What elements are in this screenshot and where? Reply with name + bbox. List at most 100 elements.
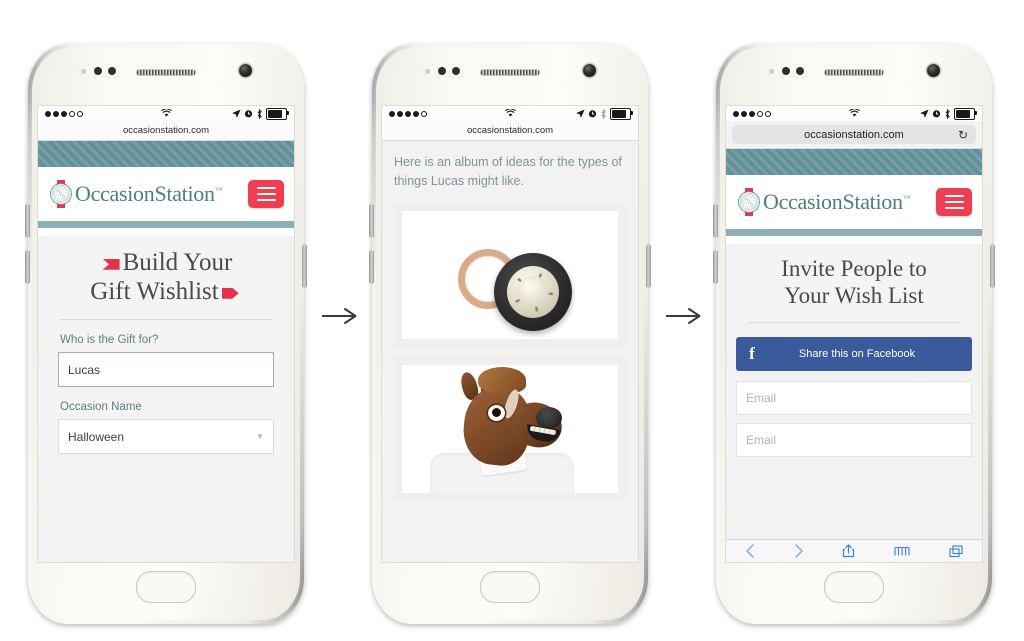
bluetooth-icon (601, 108, 606, 119)
status-bar (38, 106, 294, 121)
divider (60, 319, 272, 320)
sensor-dot-icon (108, 67, 116, 75)
page-body: Build Your Gift Wishlist Who is the Gift… (38, 236, 294, 562)
invite-card: Invite People to Your Wish List (734, 244, 974, 324)
browser-url-bar[interactable]: occasionstation.com ↻ (726, 121, 982, 149)
phone-3-screen: occasionstation.com ↻ OccasionStation™ I… (726, 106, 982, 562)
home-button[interactable] (824, 571, 884, 603)
occasion-name-select[interactable]: Halloween ▼ (58, 419, 274, 454)
share-facebook-button[interactable]: f Share this on Facebook (736, 337, 972, 372)
chevron-down-icon: ▼ (256, 432, 264, 441)
page-title: Invite People to Your Wish List (781, 256, 927, 308)
battery-icon (954, 107, 977, 120)
share-facebook-label: Share this on Facebook (798, 348, 916, 361)
tabs-icon[interactable] (949, 544, 963, 558)
earpiece-speaker (824, 69, 884, 76)
gift-recipient-label: Who is the Gift for? (60, 334, 159, 346)
volume-up-button[interactable] (25, 204, 30, 238)
volume-down-button[interactable] (369, 250, 374, 284)
hamburger-menu-icon[interactable] (248, 180, 284, 208)
flow-arrow-2 (664, 305, 708, 327)
alarm-clock-icon (588, 110, 597, 118)
horse-eye-icon (488, 404, 505, 421)
front-camera-icon (583, 64, 596, 77)
front-camera-icon (239, 64, 252, 77)
page-body: Here is an album of ideas for the types … (382, 141, 638, 562)
horse-head-mask-image (402, 364, 618, 493)
gift-idea-card[interactable] (394, 202, 626, 347)
occasion-name-value: Halloween (68, 429, 125, 444)
site-top-band (726, 149, 982, 175)
screenshot-canvas: occasionstation.com OccasionStation™ Bui… (0, 0, 1024, 641)
tire-icon (494, 252, 572, 331)
browser-url-bar[interactable]: occasionstation.com (382, 121, 638, 141)
book-icon[interactable] (894, 545, 910, 557)
invite-email-input-1[interactable]: Email (736, 381, 972, 416)
bluetooth-icon (257, 108, 262, 119)
hamburger-menu-icon[interactable] (936, 188, 972, 216)
signal-strength-icon (45, 110, 83, 117)
chevron-right-icon[interactable] (794, 544, 804, 558)
location-arrow-icon (920, 109, 929, 118)
power-button[interactable] (302, 244, 307, 288)
sensor-dot-icon (94, 67, 102, 75)
proximity-sensor-icon (425, 69, 430, 74)
proximity-sensor-icon (81, 69, 86, 74)
earpiece-speaker (480, 69, 540, 76)
phone-2-screen: occasionstation.com Here is an album of … (382, 106, 638, 562)
flow-arrow-1 (320, 305, 364, 327)
invite-email-placeholder-1: Email (746, 391, 777, 406)
site-header: OccasionStation™ (726, 175, 982, 229)
site-header: OccasionStation™ (38, 167, 294, 221)
horse-nose-icon (536, 406, 562, 429)
site-divider-band (726, 229, 982, 236)
facebook-f-icon: f (749, 344, 755, 364)
signal-strength-icon (733, 110, 771, 117)
horse-mane-shape (478, 366, 526, 393)
chevron-left-icon[interactable] (745, 544, 755, 558)
occasion-name-label: Occasion Name (60, 401, 142, 413)
phone-mockup-3: occasionstation.com ↻ OccasionStation™ I… (713, 44, 995, 624)
status-bar (726, 106, 982, 121)
location-arrow-icon (232, 109, 241, 118)
power-button[interactable] (990, 244, 995, 288)
flag-right-icon (221, 287, 239, 299)
url-text: occasionstation.com (804, 128, 904, 141)
safari-toolbar (726, 539, 982, 562)
flag-left-icon (102, 258, 120, 270)
url-text: occasionstation.com (466, 125, 554, 136)
power-button[interactable] (646, 244, 651, 288)
phone-mockup-1: occasionstation.com OccasionStation™ Bui… (25, 44, 307, 624)
site-divider-band (38, 221, 294, 228)
album-intro-text: Here is an album of ideas for the types … (382, 141, 638, 197)
site-top-band (38, 141, 294, 167)
volume-up-button[interactable] (369, 204, 374, 238)
share-up-arrow-icon[interactable] (842, 544, 855, 558)
front-camera-icon (927, 64, 940, 77)
home-button[interactable] (136, 571, 196, 603)
url-text: occasionstation.com (122, 125, 210, 136)
location-arrow-icon (576, 109, 585, 118)
tire-wheel-keychain-image (402, 210, 618, 339)
proximity-sensor-icon (769, 69, 774, 74)
home-button[interactable] (480, 571, 540, 603)
sensor-dot-icon (452, 67, 460, 75)
alarm-clock-icon (244, 110, 253, 118)
url-pill[interactable]: occasionstation.com ↻ (732, 125, 976, 144)
occasionstation-logo-icon (736, 188, 762, 216)
invite-email-input-2[interactable]: Email (736, 423, 972, 458)
battery-icon (266, 107, 289, 120)
brand-wordmark[interactable]: OccasionStation™ (75, 181, 223, 207)
reload-icon[interactable]: ↻ (958, 129, 968, 141)
volume-down-button[interactable] (25, 250, 30, 284)
gift-recipient-input[interactable]: Lucas (58, 352, 274, 387)
gift-recipient-value: Lucas (68, 362, 101, 377)
brand-wordmark[interactable]: OccasionStation™ (763, 189, 911, 215)
gift-idea-card[interactable] (394, 356, 626, 501)
volume-down-button[interactable] (713, 250, 718, 284)
page-title: Build Your Gift Wishlist (58, 248, 274, 306)
phone-mockup-2: occasionstation.com Here is an album of … (369, 44, 651, 624)
volume-up-button[interactable] (713, 204, 718, 238)
battery-icon (610, 107, 633, 120)
browser-url-bar[interactable]: occasionstation.com (38, 121, 294, 141)
